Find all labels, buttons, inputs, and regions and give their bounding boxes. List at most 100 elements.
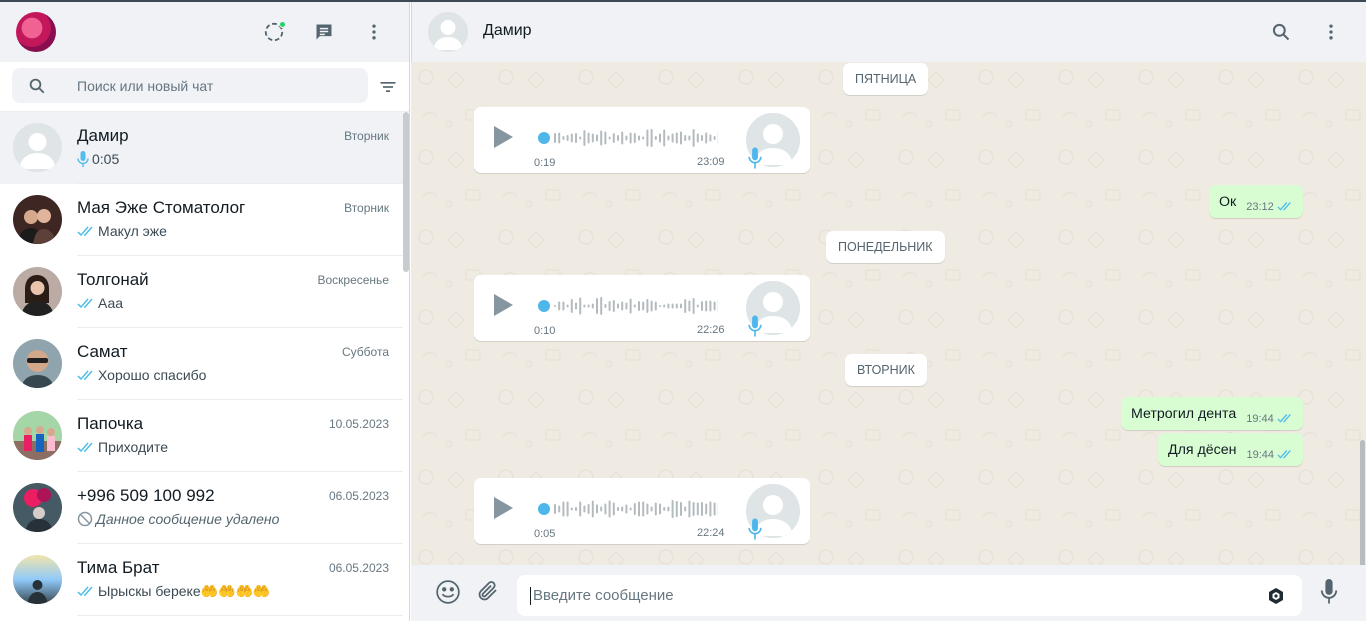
date-separator: ПОНЕДЕЛЬНИК <box>826 231 945 263</box>
waveform-bar <box>579 136 582 140</box>
chat-time: Воскресенье <box>317 273 389 287</box>
message-input[interactable] <box>533 575 1253 616</box>
my-profile-avatar[interactable] <box>16 12 56 52</box>
waveform-bar <box>604 131 607 145</box>
composer <box>411 565 1366 621</box>
microphone-icon[interactable] <box>1317 579 1345 607</box>
search-box[interactable] <box>12 68 368 103</box>
chat-name: Дамир <box>77 126 129 145</box>
play-icon[interactable] <box>492 496 516 522</box>
double-check-icon <box>77 226 95 237</box>
waveform-bar <box>696 304 699 308</box>
chat-time: 06.05.2023 <box>328 489 389 503</box>
message-area-scrollbar[interactable] <box>1360 440 1365 565</box>
waveform-bar <box>575 507 577 511</box>
search-messages-icon[interactable] <box>1269 20 1293 44</box>
avatar <box>13 339 62 388</box>
waveform-bar <box>680 303 682 309</box>
play-icon[interactable] <box>492 293 516 319</box>
message-field[interactable] <box>517 575 1302 616</box>
filter-icon[interactable] <box>378 77 400 99</box>
waveform-bar <box>558 301 561 311</box>
waveform-bar <box>621 506 624 512</box>
waveform-bar <box>570 299 573 313</box>
chat-item-body: Толгонай Воскресенье Ааа <box>77 256 403 328</box>
waveform-bar <box>633 133 636 143</box>
waveform-bar <box>591 303 594 309</box>
conversation-header[interactable]: Дамир <box>411 2 1366 62</box>
waveform-bar <box>705 300 708 312</box>
waveform-bar <box>646 129 649 147</box>
voice-duration: 0:05 <box>534 528 556 540</box>
chat-preview: Ааа <box>77 295 389 311</box>
emoji-icon[interactable] <box>435 579 463 607</box>
chat-name: Самат <box>77 342 128 361</box>
voice-mic-icon <box>748 315 764 337</box>
waveform-bar <box>654 301 657 311</box>
double-check-icon <box>77 442 95 453</box>
waveform-bar <box>570 507 573 511</box>
avatar <box>13 123 62 172</box>
waveform-bar <box>617 135 619 141</box>
voice-waveform[interactable] <box>538 295 718 317</box>
waveform-bar <box>646 503 649 515</box>
chat-item-maya[interactable]: Мая Эже Стоматолог Вторник Макул эже <box>0 184 403 256</box>
chat-item-phone-996[interactable]: +996 509 100 992 06.05.2023 Данное сообщ… <box>0 472 403 544</box>
chat-item-samat[interactable]: Самат Суббота Хорошо спасибо <box>0 328 403 400</box>
play-icon[interactable] <box>492 125 516 151</box>
contact-avatar[interactable] <box>428 12 468 52</box>
attach-icon[interactable] <box>476 579 504 607</box>
waveform-bar <box>633 503 636 515</box>
waveform-bar <box>596 504 598 514</box>
waveform-bar <box>579 297 582 315</box>
waveform-bar <box>709 300 712 312</box>
waveform-bar <box>663 507 666 511</box>
message-time: 22:24 <box>697 527 725 539</box>
waveform-bar <box>688 135 691 141</box>
extension-icon[interactable] <box>1269 588 1285 604</box>
waveform-bar <box>566 135 569 141</box>
voice-message: 0:19 23:09 <box>474 107 810 173</box>
waveform-bar <box>579 501 582 517</box>
chat-list-scrollbar[interactable] <box>403 112 409 272</box>
playback-position-dot <box>538 300 550 312</box>
waveform-bar <box>633 304 636 308</box>
waveform-bar <box>671 133 674 143</box>
date-separator: ПЯТНИЦА <box>843 63 929 95</box>
voice-waveform[interactable] <box>538 127 718 149</box>
chat-name: Мая Эже Стоматолог <box>77 198 246 217</box>
waveform-bar <box>713 301 716 311</box>
voice-waveform[interactable] <box>538 498 718 520</box>
new-chat-icon[interactable] <box>312 20 336 44</box>
double-check-icon <box>77 586 95 597</box>
chat-preview-text: 0:05 <box>92 151 120 167</box>
chat-item-body: Тима Брат 06.05.2023 Ырыскы береке🤲🤲🤲🤲 <box>77 544 403 616</box>
message-meta: 23:12 <box>1246 201 1293 213</box>
waveform-bar <box>562 136 565 140</box>
search-input[interactable] <box>77 68 357 103</box>
waveform-bar <box>617 303 619 309</box>
status-icon[interactable] <box>262 20 286 44</box>
chat-item-damir[interactable]: Дамир Вторник 0:05 <box>0 112 403 184</box>
conversation-pane: Дамир ПЯТНИЦА 0:19 23:09 Ок 23:12 ПОНЕДЕ… <box>411 2 1366 621</box>
waveform-bar <box>558 505 561 513</box>
chat-preview: Приходите <box>77 439 389 455</box>
menu-icon[interactable] <box>362 20 386 44</box>
chat-item-tima[interactable]: Тима Брат 06.05.2023 Ырыскы береке🤲🤲🤲🤲 <box>0 544 403 616</box>
waveform-bar <box>680 502 682 516</box>
waveform-bar <box>625 302 628 310</box>
double-check-icon <box>1277 413 1293 424</box>
outgoing-message: Ок 23:12 <box>1209 185 1303 218</box>
chat-preview: Ырыскы береке🤲🤲🤲🤲 <box>77 583 389 600</box>
chat-preview: 0:05 <box>77 151 389 167</box>
chat-name: +996 509 100 992 <box>77 486 215 505</box>
waveform-bar <box>612 300 615 312</box>
chat-item-tolgonai[interactable]: Толгонай Воскресенье Ааа <box>0 256 403 328</box>
chat-time: Суббота <box>342 345 389 359</box>
chat-preview-text: Макул эже <box>98 223 167 239</box>
waveform-bar <box>562 501 565 517</box>
conversation-menu-icon[interactable] <box>1319 20 1343 44</box>
waveform-bar <box>663 304 666 308</box>
chat-item-papochka[interactable]: Папочка 10.05.2023 Приходите <box>0 400 403 472</box>
waveform-bar <box>680 131 682 145</box>
